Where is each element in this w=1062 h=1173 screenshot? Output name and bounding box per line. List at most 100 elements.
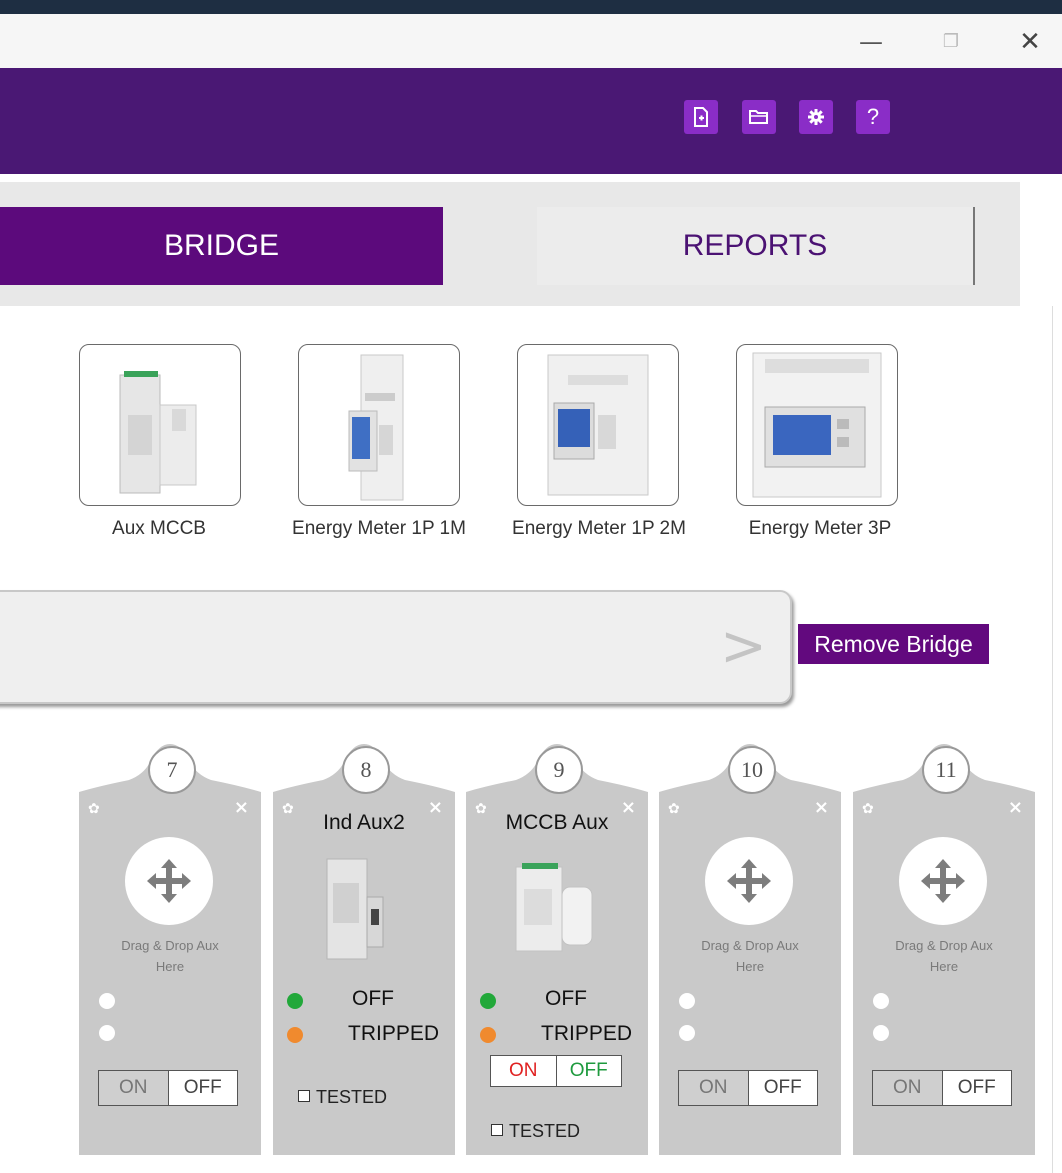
drag-text-line-2: Here	[929, 959, 959, 974]
drag-drop-text: Drag & Drop Aux Here	[669, 935, 831, 977]
open-folder-icon	[749, 110, 768, 124]
gear-icon[interactable]: ✿	[88, 801, 100, 817]
gear-icon[interactable]: ✿	[668, 801, 680, 817]
status-dot-1	[99, 993, 115, 1009]
status-dot-tripped	[480, 1027, 496, 1043]
slot-8: 8 ✿ × Ind Aux2 OFF TRIPPED TESTED	[273, 740, 455, 1156]
on-off-toggle[interactable]: ON OFF	[490, 1055, 622, 1087]
device-card-aux-mccb[interactable]	[79, 344, 241, 506]
tab-bridge[interactable]: BRIDGE	[0, 207, 443, 285]
slot-body[interactable]: ✿ × Drag & Drop Aux Here ON OFF	[853, 795, 1035, 1155]
drag-drop-circle[interactable]	[705, 837, 793, 925]
tested-checkbox[interactable]: TESTED	[298, 1087, 387, 1108]
slot-body[interactable]: ✿ × MCCB Aux OFF TRIPPED ON OFF TESTED	[466, 795, 648, 1155]
help-button[interactable]: ?	[856, 100, 890, 134]
settings-icon	[808, 109, 824, 125]
status-dot-2	[873, 1025, 889, 1041]
toggle-off[interactable]: OFF	[942, 1071, 1011, 1105]
status-tripped-label: TRIPPED	[541, 1022, 633, 1045]
tested-label: TESTED	[316, 1087, 388, 1107]
status-dot-1	[679, 993, 695, 1009]
bridge-bar	[0, 590, 792, 704]
device-label-energy-meter-1p-2m: Energy Meter 1P 2M	[512, 518, 686, 539]
energy-meter-3p-device-icon	[752, 352, 882, 498]
slot-10: 10 ✿ × Drag & Drop Aux Here ON OFF	[659, 740, 841, 1156]
open-folder-button[interactable]	[742, 100, 776, 134]
aux-mccb-device-icon	[119, 371, 197, 494]
slot-11: 11 ✿ × Drag & Drop Aux Here ON OFF	[853, 740, 1035, 1156]
slot-title: MCCB Aux	[505, 811, 609, 834]
top-strip	[0, 0, 1062, 14]
checkbox-icon[interactable]	[491, 1124, 503, 1136]
drag-text-line-1: Drag & Drop Aux	[895, 938, 993, 953]
minimize-button[interactable]: —	[853, 24, 889, 60]
device-card-energy-meter-1p-1m[interactable]	[298, 344, 460, 506]
device-label-aux-mccb: Aux MCCB	[112, 518, 206, 539]
checkbox-icon[interactable]	[298, 1090, 310, 1102]
slot-body[interactable]: ✿ × Drag & Drop Aux Here ON OFF	[79, 795, 261, 1155]
device-card-energy-meter-1p-2m[interactable]	[517, 344, 679, 506]
on-off-toggle[interactable]: ON OFF	[678, 1070, 818, 1106]
drag-drop-text: Drag & Drop Aux Here	[89, 935, 251, 977]
toggle-off[interactable]: OFF	[556, 1056, 621, 1086]
maximize-button[interactable]: ❐	[933, 24, 969, 60]
tab-reports[interactable]: REPORTS	[537, 207, 975, 285]
drag-text-line-2: Here	[735, 959, 765, 974]
close-icon[interactable]: ×	[1008, 797, 1023, 818]
slot-number: 9	[535, 746, 583, 794]
toggle-on[interactable]: ON	[99, 1071, 169, 1105]
toggle-off[interactable]: OFF	[168, 1071, 237, 1105]
drag-drop-circle[interactable]	[899, 837, 987, 925]
on-off-toggle[interactable]: ON OFF	[98, 1070, 238, 1106]
close-icon[interactable]: ×	[814, 797, 829, 818]
move-icon	[147, 859, 191, 903]
device-label-energy-meter-3p: Energy Meter 3P	[748, 518, 892, 539]
slot-9: 9 ✿ × MCCB Aux OFF TRIPPED ON OFF TESTED	[466, 740, 648, 1156]
slot-number: 11	[922, 746, 970, 794]
slot-number: 7	[148, 746, 196, 794]
help-icon: ?	[866, 104, 880, 129]
toggle-on[interactable]: ON	[679, 1071, 749, 1105]
gear-icon[interactable]: ✿	[862, 801, 874, 817]
mccb-aux-device-icon	[515, 863, 593, 952]
status-dot-off	[287, 993, 303, 1009]
slot-body[interactable]: ✿ × Drag & Drop Aux Here ON OFF	[659, 795, 841, 1155]
tested-checkbox[interactable]: TESTED	[491, 1121, 580, 1142]
energy-meter-1p-1m-device-icon	[348, 354, 404, 501]
toggle-on[interactable]: ON	[491, 1056, 557, 1086]
tested-label: TESTED	[509, 1121, 581, 1141]
settings-button[interactable]	[799, 100, 833, 134]
drag-drop-text: Drag & Drop Aux Here	[863, 935, 1025, 977]
on-off-toggle[interactable]: ON OFF	[872, 1070, 1012, 1106]
status-tripped-label: TRIPPED	[348, 1022, 440, 1045]
device-label-energy-meter-1p-1m: Energy Meter 1P 1M	[292, 518, 466, 539]
new-file-icon	[694, 107, 708, 127]
status-dot-1	[873, 993, 889, 1009]
status-dot-2	[99, 1025, 115, 1041]
move-icon	[727, 859, 771, 903]
window-title-bar: — ❐ ✕	[0, 14, 1062, 68]
new-file-button[interactable]	[684, 100, 718, 134]
slot-number: 10	[728, 746, 776, 794]
slot-body[interactable]: ✿ × Ind Aux2 OFF TRIPPED TESTED	[273, 795, 455, 1155]
drag-text-line-1: Drag & Drop Aux	[701, 938, 799, 953]
slot-number: 8	[342, 746, 390, 794]
tab-reports-label: REPORTS	[682, 229, 828, 262]
slot-title: Ind Aux2	[323, 811, 405, 834]
close-button[interactable]: ✕	[1012, 24, 1048, 60]
close-icon[interactable]: ×	[234, 797, 249, 818]
status-off-label: OFF	[352, 987, 394, 1010]
device-card-energy-meter-3p[interactable]	[736, 344, 898, 506]
toggle-off[interactable]: OFF	[748, 1071, 817, 1105]
move-icon	[921, 859, 965, 903]
status-off-label: OFF	[545, 987, 587, 1010]
next-arrow-icon[interactable]: >	[720, 614, 767, 679]
status-dot-2	[679, 1025, 695, 1041]
app-header: ?	[0, 68, 1062, 174]
remove-bridge-button[interactable]: Remove Bridge	[798, 624, 989, 664]
drag-text-line-1: Drag & Drop Aux	[121, 938, 219, 953]
status-dot-tripped	[287, 1027, 303, 1043]
energy-meter-1p-2m-device-icon	[547, 354, 649, 496]
drag-drop-circle[interactable]	[125, 837, 213, 925]
toggle-on[interactable]: ON	[873, 1071, 943, 1105]
